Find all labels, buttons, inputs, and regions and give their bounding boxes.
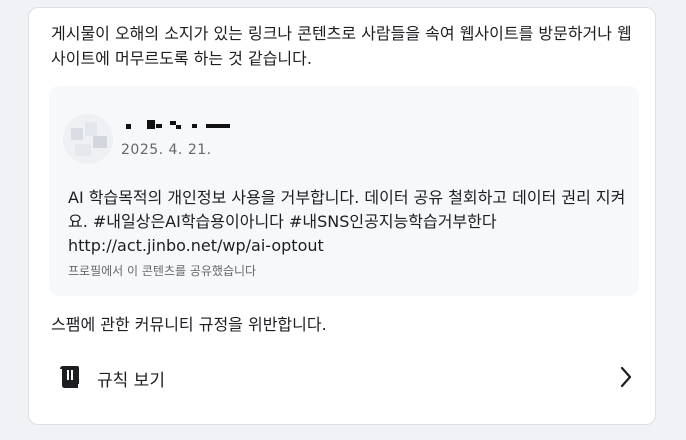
quoted-post: 2025. 4. 21. AI 학습목적의 개인정보 사용을 거부합니다. 데이… — [49, 86, 639, 296]
shared-note: 프로필에서 이 콘텐츠를 공유했습니다 — [68, 264, 257, 278]
rules-button-label: 규칙 보기 — [97, 371, 165, 391]
report-card: 게시물이 오해의 소지가 있는 링크나 콘텐츠로 사람들을 속여 웹사이트를 방… — [28, 7, 656, 425]
post-body: AI 학습목적의 개인정보 사용을 거부합니다. 데이터 공유 철회하고 데이터… — [68, 186, 628, 258]
avatar — [63, 114, 113, 164]
post-link[interactable]: http://act.jinbo.net/wp/ai-optout — [68, 234, 628, 258]
book-icon — [57, 364, 83, 388]
chevron-right-icon — [617, 364, 635, 390]
post-date: 2025. 4. 21. — [121, 142, 212, 158]
post-text: AI 학습목적의 개인정보 사용을 거부합니다. 데이터 공유 철회하고 데이터… — [68, 188, 626, 231]
warning-text: 게시물이 오해의 소지가 있는 링크나 콘텐츠로 사람들을 속여 웹사이트를 방… — [51, 24, 632, 68]
view-rules-button[interactable]: 규칙 보기 — [43, 356, 643, 400]
author-name-redacted — [122, 118, 232, 134]
violation-text: 스팸에 관한 커뮤니티 규정을 위반합니다. — [51, 315, 327, 334]
